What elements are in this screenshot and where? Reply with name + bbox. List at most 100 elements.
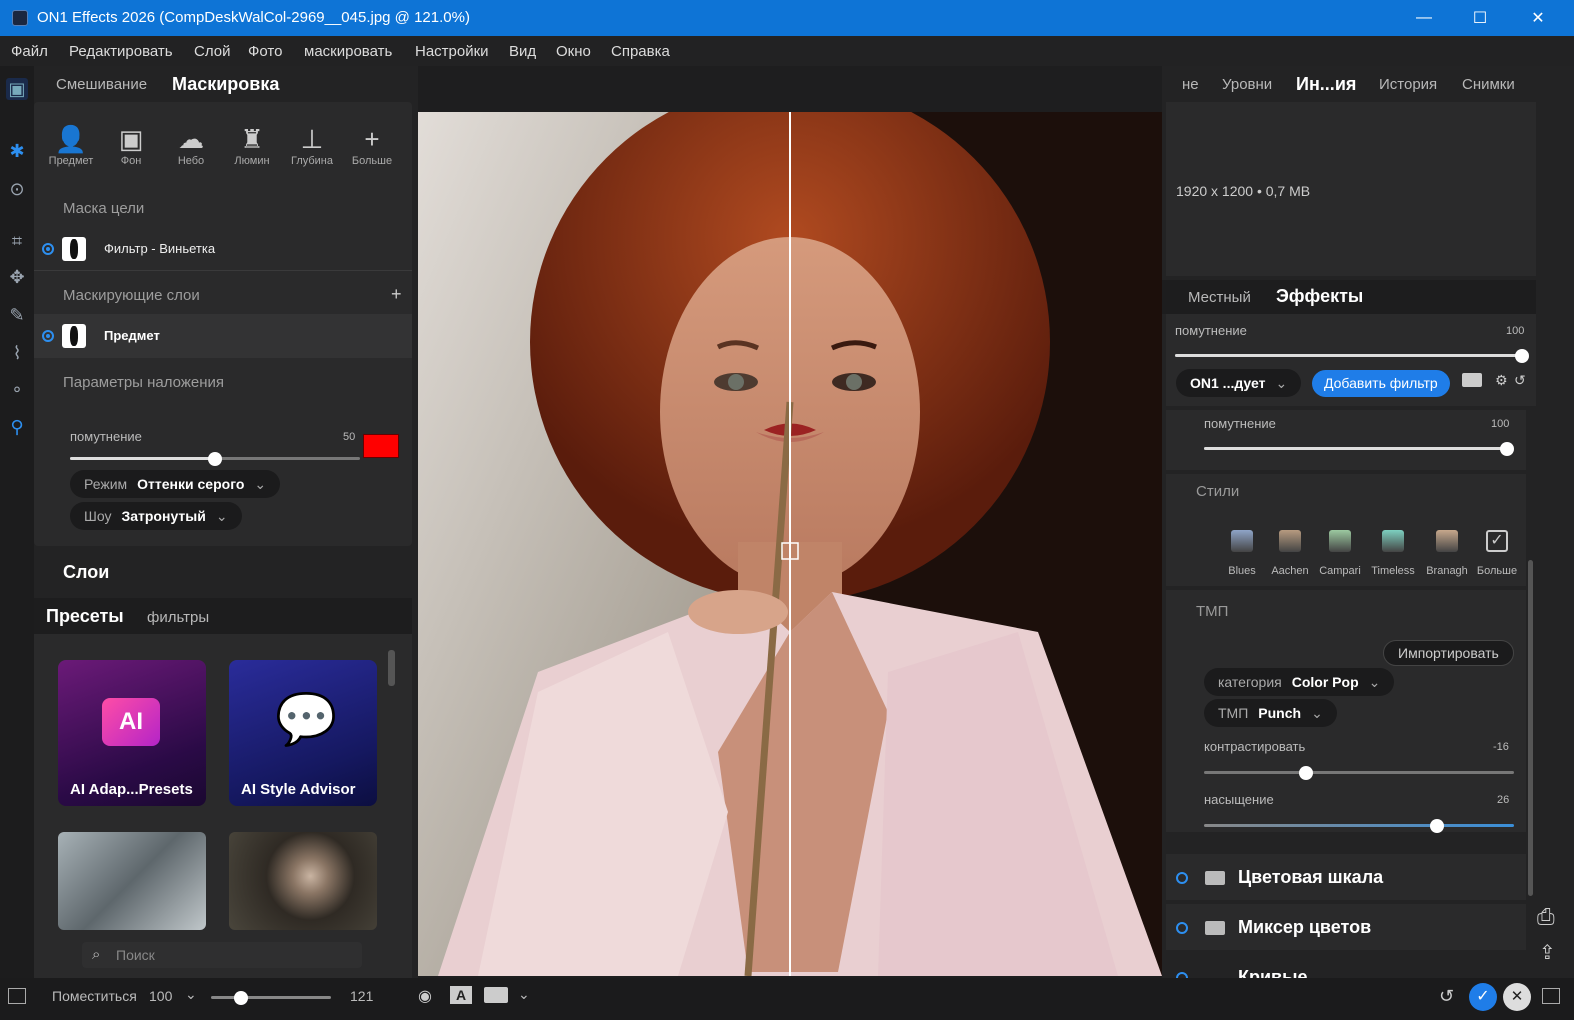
effects-opacity-value: 100 <box>1506 325 1525 337</box>
mask-tool-depth[interactable]: ⊥ Глубина <box>287 124 337 167</box>
preset-thumbnail-portrait[interactable] <box>229 832 377 930</box>
gear-icon[interactable]: ⚙ <box>1495 372 1508 389</box>
section-enable-radio[interactable] <box>1176 872 1188 884</box>
filter-opacity-label: помутнение <box>1204 416 1276 431</box>
add-filter-button[interactable]: Добавить фильтр <box>1312 370 1450 397</box>
mode-dropdown[interactable]: Режим Оттенки серого ⌄ <box>70 470 281 498</box>
style-swatch-aachen[interactable] <box>1279 530 1301 552</box>
tab-presets[interactable]: Пресеты <box>46 606 124 627</box>
fit-button[interactable]: Поместиться <box>52 988 137 1004</box>
style-swatch-blues[interactable] <box>1231 530 1253 552</box>
menu-file[interactable]: Файл <box>11 43 48 60</box>
minimize-button[interactable]: — <box>1396 0 1452 36</box>
presets-scrollbar[interactable] <box>388 650 395 686</box>
overlay-color-swatch[interactable] <box>363 434 399 458</box>
maximize-button[interactable]: ☐ <box>1452 0 1508 36</box>
brush-icon[interactable]: ⌇ <box>6 342 28 364</box>
reset-icon[interactable]: ↺ <box>1514 372 1526 389</box>
mask-tool-luminosity[interactable]: ♜ Люмин <box>227 124 277 167</box>
tab-levels[interactable]: Уровни <box>1222 76 1272 93</box>
style-swatch-branagh[interactable] <box>1436 530 1458 552</box>
toggle-left-panel-icon[interactable] <box>8 988 26 1004</box>
mask-toggle-icon[interactable] <box>1462 373 1482 387</box>
import-button[interactable]: Импортировать <box>1383 640 1514 666</box>
chevron-down-icon[interactable]: ⌄ <box>518 986 530 1003</box>
layers-title: Слои <box>63 562 110 582</box>
effects-icon[interactable]: ✱ <box>6 140 28 162</box>
tab-masking[interactable]: Маскировка <box>172 74 279 95</box>
mask-toggle-icon[interactable] <box>1205 871 1225 885</box>
app-icon <box>12 10 28 26</box>
zoom-slider-knob[interactable] <box>234 991 248 1005</box>
style-swatch-campari[interactable] <box>1329 530 1351 552</box>
menu-photo[interactable]: Фото <box>248 43 282 60</box>
add-mask-layer-button[interactable]: + <box>391 284 402 305</box>
mask-toggle-icon[interactable] <box>1205 921 1225 935</box>
mask-tool-sky[interactable]: ☁ Небо <box>166 124 216 167</box>
target-mask-radio[interactable] <box>42 243 54 255</box>
masking-brush-icon[interactable]: ✎ <box>6 304 28 326</box>
close-button[interactable]: ✕ <box>1510 0 1566 36</box>
section-curves[interactable]: Кривые <box>1166 954 1526 978</box>
saturation-slider[interactable] <box>1204 824 1514 827</box>
saturation-slider-knob[interactable] <box>1429 819 1444 833</box>
share-icon[interactable]: ⇪ <box>1539 940 1556 965</box>
menu-layer[interactable]: Слой <box>194 43 230 60</box>
zoom-slider[interactable] <box>211 996 331 999</box>
tmp-dropdown[interactable]: ТМП Punch ⌄ <box>1204 699 1337 727</box>
tmp-label: ТМП <box>1218 705 1249 721</box>
tab-navigator[interactable]: не <box>1182 76 1199 93</box>
undo-icon[interactable]: ↺ <box>1439 986 1454 1007</box>
menu-edit[interactable]: Редактировать <box>69 43 173 60</box>
category-dropdown[interactable]: категория Color Pop ⌄ <box>1204 668 1395 696</box>
tab-history[interactable]: История <box>1379 76 1437 93</box>
zoom-value[interactable]: 100 <box>149 988 172 1004</box>
right-scrollbar[interactable] <box>1528 560 1533 896</box>
preset-ai-adaptive[interactable]: AI AI Adap...Presets <box>58 660 206 806</box>
tab-filters[interactable]: фильтры <box>147 609 209 626</box>
preset-ai-style-advisor[interactable]: 💬 AI Style Advisor <box>229 660 377 806</box>
section-enable-radio[interactable] <box>1176 922 1188 934</box>
compare-icon[interactable]: A <box>450 986 472 1004</box>
tab-info[interactable]: Ин...ия <box>1296 74 1356 95</box>
preset-thumbnail-architecture[interactable] <box>58 832 206 930</box>
mask-tool-background[interactable]: ▣ Фон <box>106 124 156 167</box>
zoom-hand-icon[interactable]: ⚲ <box>6 416 28 438</box>
show-dropdown[interactable]: Шоу Затронутый ⌄ <box>70 502 242 530</box>
target-mask-item[interactable]: Фильтр - Виньетка <box>104 241 215 256</box>
cancel-x-icon[interactable]: ✕ <box>1503 983 1531 1011</box>
menu-mask[interactable]: маскировать <box>304 43 392 60</box>
tab-blending[interactable]: Смешивание <box>56 76 147 93</box>
menu-settings[interactable]: Настройки <box>415 43 489 60</box>
mask-layer-radio[interactable] <box>42 330 54 342</box>
retouch-icon[interactable]: ∘ <box>6 378 28 400</box>
mask-layer-row[interactable] <box>34 314 412 358</box>
menu-window[interactable]: Окно <box>556 43 591 60</box>
crop-icon[interactable]: ⌗ <box>6 230 28 252</box>
tab-snapshots[interactable]: Снимки <box>1462 76 1515 93</box>
eye-icon[interactable]: ◉ <box>418 986 432 1006</box>
filter-opacity-knob[interactable] <box>1500 442 1514 456</box>
more-tools-icon[interactable]: ⊙ <box>6 178 28 200</box>
search-input[interactable]: ⌕ Поиск <box>82 942 362 968</box>
chevron-down-icon[interactable]: ⌄ <box>185 986 197 1003</box>
chevron-down-icon: ⌄ <box>254 475 267 492</box>
style-swatch-больше[interactable]: ✓ <box>1486 530 1508 552</box>
apply-check-icon[interactable]: ✓ <box>1469 983 1497 1011</box>
style-swatch-timeless[interactable] <box>1382 530 1404 552</box>
toggle-right-panel-icon[interactable] <box>1542 988 1560 1004</box>
mask-tool-more[interactable]: + Больше <box>347 124 397 167</box>
tab-local[interactable]: Местный <box>1188 289 1251 306</box>
tab-effects[interactable]: Эффекты <box>1276 286 1363 307</box>
move-icon[interactable]: ✥ <box>6 266 28 288</box>
mask-view-icon[interactable] <box>484 987 508 1003</box>
filter-select-dropdown[interactable]: ON1 ...дует ⌄ <box>1176 369 1302 397</box>
print-icon[interactable]: ⎙ <box>1537 904 1555 930</box>
menu-view[interactable]: Вид <box>509 43 536 60</box>
mask-tool-subject[interactable]: 👤 Предмет <box>46 124 96 167</box>
opacity-slider-knob[interactable] <box>208 452 222 466</box>
menu-help[interactable]: Справка <box>611 43 670 60</box>
contrast-slider[interactable] <box>1204 771 1514 774</box>
photo-canvas[interactable] <box>418 112 1162 976</box>
effects-opacity-knob[interactable] <box>1515 349 1529 363</box>
